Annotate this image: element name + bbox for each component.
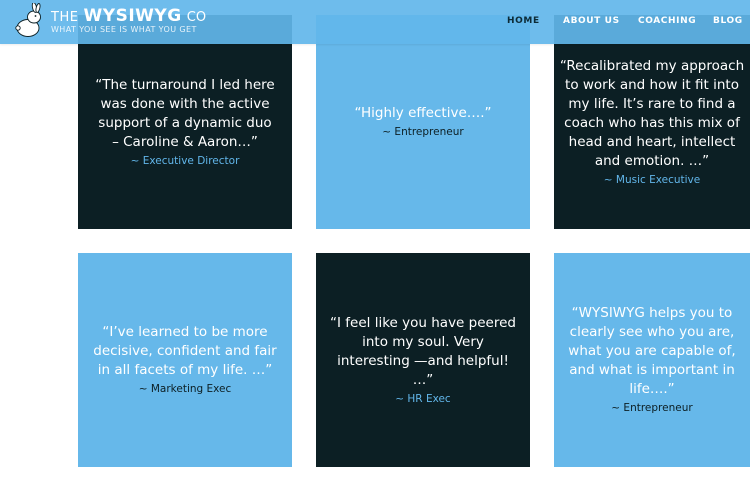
testimonial-grid: “The turnaround I led here was done with… (0, 0, 750, 500)
testimonial-quote: “The turnaround I led here was done with… (95, 76, 275, 150)
testimonial-quote: “I feel like you have peered into my sou… (330, 314, 516, 388)
testimonial-quote: “Highly effective….” (354, 105, 492, 121)
nav-coaching[interactable]: COACHING (638, 16, 696, 26)
testimonial-card-1: “The turnaround I led here was done with… (78, 15, 292, 229)
nav-blog[interactable]: BLOG (713, 16, 743, 26)
testimonial-author: ~ Entrepreneur (382, 126, 464, 138)
testimonial-author: ~ Marketing Exec (138, 383, 232, 395)
testimonial-card-4: “I’ve learned to be more decisive, confi… (78, 253, 292, 467)
testimonial-card-2: “Highly effective….” ~ Entrepreneur (316, 15, 530, 229)
testimonial-author: ~ Music Executive (603, 173, 701, 186)
site-header: THE WYSIWYG CO WHAT YOU SEE IS WHAT YOU … (0, 0, 750, 44)
nav-about-us[interactable]: ABOUT US (563, 16, 620, 26)
testimonial-author: ~ Entrepreneur (611, 402, 693, 414)
testimonial-card-5: “I feel like you have peered into my sou… (316, 253, 530, 467)
testimonial-author: ~ Executive Director (130, 154, 240, 167)
nav-home[interactable]: HOME (507, 16, 540, 26)
testimonial-quote: “Recalibrated my approach to work and ho… (559, 57, 745, 169)
testimonial-quote: “WYSIWYG helps you to clearly see who yo… (568, 305, 736, 397)
testimonial-card-3: “Recalibrated my approach to work and ho… (554, 15, 750, 229)
testimonial-card-6: “WYSIWYG helps you to clearly see who yo… (554, 253, 750, 467)
testimonial-quote: “I’ve learned to be more decisive, confi… (93, 324, 277, 378)
testimonial-author: ~ HR Exec (395, 392, 451, 405)
main-nav: HOME ABOUT US COACHING BLOG (0, 16, 750, 30)
